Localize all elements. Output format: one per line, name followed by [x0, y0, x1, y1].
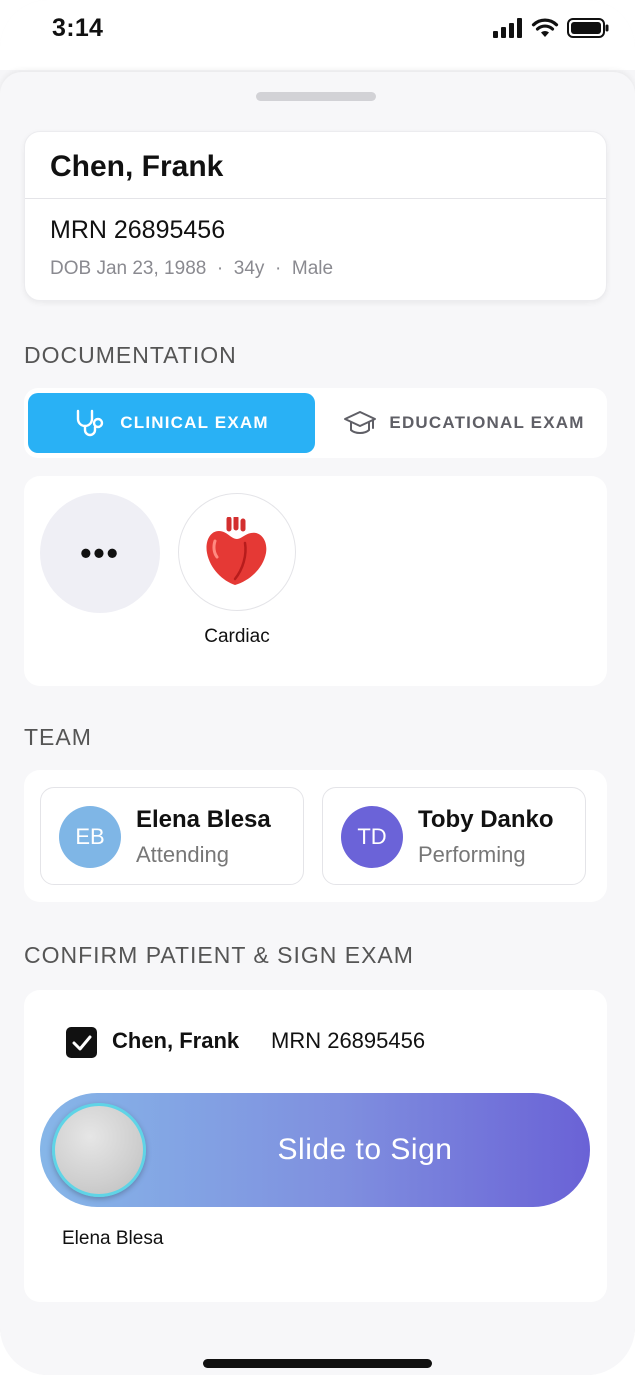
- tab-clinical-exam-label: CLINICAL EXAM: [120, 413, 269, 432]
- tab-educational-exam[interactable]: EDUCATIONAL EXAM: [329, 393, 599, 453]
- team-title: TEAM: [24, 724, 92, 750]
- member-name: Elena Blesa: [136, 806, 271, 833]
- patient-name: Chen, Frank: [50, 150, 224, 183]
- patient-mrn: MRN 26895456: [50, 216, 226, 244]
- member-role: Attending: [136, 842, 229, 867]
- wifi-icon: [531, 18, 559, 37]
- confirm-patient-name: Chen, Frank: [112, 1028, 240, 1053]
- documentation-title: DOCUMENTATION: [24, 342, 237, 368]
- phone-screen: 3:14 Chen, Frank MRN 26895456 DOB Jan 23…: [0, 0, 635, 1375]
- tab-clinical-exam[interactable]: CLINICAL EXAM: [28, 393, 315, 453]
- confirm-patient-checkbox[interactable]: [66, 1027, 97, 1058]
- graduation-cap-icon: [344, 411, 377, 434]
- checkmark-icon: [72, 1035, 91, 1050]
- team-member-elena-blesa[interactable]: EB Elena Blesa Attending: [40, 787, 304, 885]
- heart-icon: [206, 517, 267, 585]
- slider-label: Slide to Sign: [277, 1133, 453, 1166]
- patient-age: 34y: [233, 258, 265, 279]
- tab-educational-exam-label: EDUCATIONAL EXAM: [389, 413, 585, 432]
- signer-name: Elena Blesa: [62, 1228, 164, 1249]
- member-name: Toby Danko: [418, 806, 554, 833]
- battery-icon: [567, 18, 609, 38]
- slide-to-sign-slider[interactable]: Slide to Sign: [40, 1093, 590, 1207]
- home-indicator: [203, 1359, 432, 1368]
- more-exam-types-button[interactable]: •••: [40, 493, 160, 613]
- confirm-sign-card: Chen, Frank MRN 26895456 Slide to Sign E…: [24, 990, 607, 1302]
- separator-dot: ·: [274, 258, 282, 279]
- patient-sex: Male: [291, 258, 334, 279]
- confirm-patient-mrn: MRN 26895456: [271, 1028, 426, 1053]
- patient-demographics: DOB Jan 23, 1988 · 34y · Male: [50, 258, 333, 280]
- stethoscope-icon: [77, 409, 104, 437]
- patient-card: Chen, Frank MRN 26895456 DOB Jan 23, 198…: [24, 131, 607, 301]
- slider-knob[interactable]: [52, 1103, 146, 1197]
- cellular-signal-icon: [493, 18, 522, 38]
- cardiac-exam-button[interactable]: [178, 493, 296, 611]
- exam-type-segmented-control: CLINICAL EXAM EDUCATIONAL EXAM: [24, 388, 607, 458]
- separator-dot: ·: [216, 258, 224, 279]
- avatar: EB: [59, 806, 121, 868]
- divider: [25, 198, 606, 199]
- status-icons: [493, 18, 609, 38]
- exam-sheet: Chen, Frank MRN 26895456 DOB Jan 23, 198…: [0, 72, 635, 1375]
- status-time: 3:14: [52, 14, 104, 42]
- sheet-grabber[interactable]: [256, 92, 376, 101]
- team-card: EB Elena Blesa Attending TD Toby Danko P…: [24, 770, 607, 902]
- patient-dob: DOB Jan 23, 1988: [50, 258, 207, 279]
- confirm-sign-title: CONFIRM PATIENT & SIGN EXAM: [24, 942, 414, 968]
- cardiac-label: Cardiac: [204, 626, 270, 647]
- avatar: TD: [341, 806, 403, 868]
- member-role: Performing: [418, 842, 526, 867]
- exam-types-card: ••• Cardiac: [24, 476, 607, 686]
- status-bar: 3:14: [0, 0, 635, 70]
- team-member-toby-danko[interactable]: TD Toby Danko Performing: [322, 787, 586, 885]
